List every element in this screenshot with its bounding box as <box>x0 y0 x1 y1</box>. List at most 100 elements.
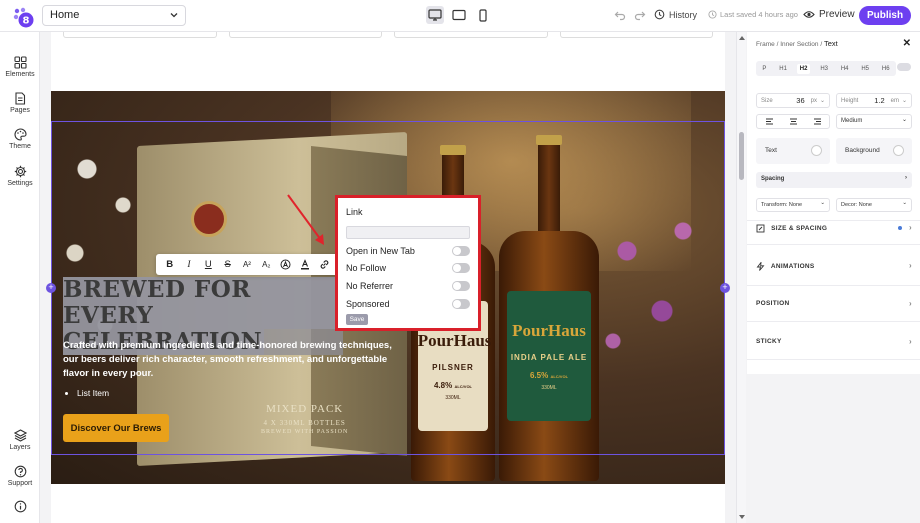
scroll-thumb[interactable] <box>739 132 744 180</box>
breadcrumb-item[interactable]: Frame <box>756 41 775 48</box>
list-item[interactable]: List Item <box>77 388 109 398</box>
tag-p[interactable]: P <box>759 64 769 74</box>
hero-list[interactable]: List Item <box>77 388 109 398</box>
scroll-up-icon[interactable] <box>738 35 746 41</box>
tag-h3[interactable]: H3 <box>817 64 831 74</box>
align-left-icon[interactable] <box>765 118 774 125</box>
font-weight-select[interactable]: Medium ⌄ <box>836 114 912 129</box>
card[interactable] <box>559 32 713 38</box>
animations-label: ANIMATIONS <box>770 263 815 271</box>
card[interactable] <box>63 32 217 38</box>
italic-button[interactable]: I <box>182 258 196 272</box>
grid-icon <box>13 56 27 69</box>
history-button[interactable]: History <box>654 9 697 20</box>
close-panel-button[interactable]: ✕ <box>903 38 911 49</box>
open-in-new-tab-row: Open in New Tab <box>346 246 470 256</box>
info-button[interactable] <box>0 500 40 515</box>
open-in-new-tab-toggle[interactable] <box>452 246 470 256</box>
sidebar-item-settings[interactable]: Settings <box>0 165 40 187</box>
line-height-label: Height <box>841 97 859 104</box>
redo-icon[interactable] <box>634 9 646 21</box>
text-color-picker[interactable]: Text <box>756 138 830 164</box>
font-size-field[interactable]: Size 36 px ⌄ <box>756 93 830 108</box>
desktop-view-button[interactable] <box>426 6 444 24</box>
sidebar-item-label: Elements <box>5 71 35 78</box>
hero-heading-line-1: BREWED FOR EVERY <box>63 277 343 329</box>
chevron-down-icon: ⌄ <box>819 98 825 104</box>
superscript-button[interactable]: A² <box>240 258 254 272</box>
subscript-button[interactable]: A₂ <box>259 258 273 272</box>
publish-button[interactable]: Publish <box>859 6 911 25</box>
strikethrough-button[interactable]: S <box>221 258 235 272</box>
highlight-button[interactable] <box>279 258 293 272</box>
add-left-handle[interactable]: + <box>46 283 56 293</box>
scroll-down-icon[interactable] <box>738 514 746 520</box>
no-follow-row: No Follow <box>346 263 470 273</box>
chevron-right-icon: › <box>909 299 912 308</box>
sidebar-item-layers[interactable]: Layers <box>0 429 40 451</box>
sticky-section[interactable]: STICKY › <box>756 337 912 346</box>
sidebar-item-support[interactable]: Support <box>0 465 40 487</box>
align-center-icon[interactable] <box>789 118 798 125</box>
palette-icon <box>14 128 27 141</box>
editor-canvas[interactable]: MIXED PACK 4 X 330ML BOTTLES BREWED WITH… <box>40 32 736 523</box>
page-select[interactable]: Home <box>42 5 186 26</box>
link-save-button[interactable]: Save <box>346 314 368 325</box>
tablet-icon <box>452 9 466 21</box>
tag-h4[interactable]: H4 <box>838 64 852 74</box>
text-color-swatch[interactable] <box>811 145 822 156</box>
link-icon <box>320 260 329 269</box>
preview-button[interactable]: Preview <box>803 9 855 20</box>
discover-brews-button[interactable]: Discover Our Brews <box>63 414 169 442</box>
tag-toggle[interactable] <box>897 63 911 71</box>
background-color-swatch[interactable] <box>893 145 904 156</box>
text-decoration-select[interactable]: Decor: None ⌄ <box>836 198 912 212</box>
card[interactable] <box>228 32 382 38</box>
background-color-picker[interactable]: Background <box>836 138 912 164</box>
text-color-button[interactable] <box>298 258 312 272</box>
underline-button[interactable]: U <box>201 258 215 272</box>
undo-icon[interactable] <box>614 9 626 21</box>
line-height-field[interactable]: Height 1.2 em ⌄ <box>836 93 912 108</box>
link-button[interactable] <box>317 258 331 272</box>
breadcrumb-item[interactable]: Inner Section <box>780 41 818 48</box>
bold-button[interactable]: B <box>163 258 177 272</box>
link-url-input[interactable] <box>346 226 470 239</box>
modified-indicator <box>898 226 902 230</box>
line-height-unit[interactable]: em <box>891 98 899 104</box>
sidebar-item-theme[interactable]: Theme <box>0 128 40 150</box>
sidebar-item-label: Layers <box>9 444 31 451</box>
tag-h5[interactable]: H5 <box>858 64 872 74</box>
font-size-unit[interactable]: px <box>811 98 817 104</box>
link-settings-popup: Link Open in New Tab No Follow No Referr… <box>335 195 481 331</box>
mobile-view-button[interactable] <box>474 6 492 24</box>
sidebar-item-elements[interactable]: Elements <box>0 56 40 78</box>
no-follow-label: No Follow <box>346 263 387 273</box>
desktop-icon <box>428 9 442 21</box>
hero-paragraph[interactable]: Crafted with premium ingredients and tim… <box>63 339 393 381</box>
animations-section[interactable]: ANIMATIONS › <box>756 261 912 271</box>
background-label: Background <box>845 147 880 154</box>
tag-h2[interactable]: H2 <box>796 63 811 74</box>
text-transform-select[interactable]: Transform: None ⌄ <box>756 198 830 212</box>
add-right-handle[interactable]: + <box>720 283 730 293</box>
position-section[interactable]: POSITION › <box>756 299 912 308</box>
no-follow-toggle[interactable] <box>452 263 470 273</box>
gear-icon <box>14 165 26 178</box>
sponsored-toggle[interactable] <box>452 299 470 309</box>
tablet-view-button[interactable] <box>450 6 468 24</box>
app-logo-icon[interactable]: 8 <box>12 6 34 28</box>
size-spacing-section[interactable]: SIZE & SPACING › <box>756 223 912 233</box>
tag-h6[interactable]: H6 <box>879 64 893 74</box>
no-referrer-toggle[interactable] <box>452 281 470 291</box>
align-right-icon[interactable] <box>813 118 822 125</box>
line-height-value: 1.2 <box>874 96 885 105</box>
eye-icon <box>803 11 815 18</box>
card[interactable] <box>394 32 548 38</box>
spacing-section-toggle[interactable]: Spacing › <box>756 172 912 188</box>
sidebar-item-pages[interactable]: Pages <box>0 92 40 114</box>
annotation-arrow <box>287 194 324 245</box>
canvas-scrollbar[interactable] <box>736 32 746 523</box>
divider <box>747 220 920 221</box>
tag-h1[interactable]: H1 <box>776 64 790 74</box>
